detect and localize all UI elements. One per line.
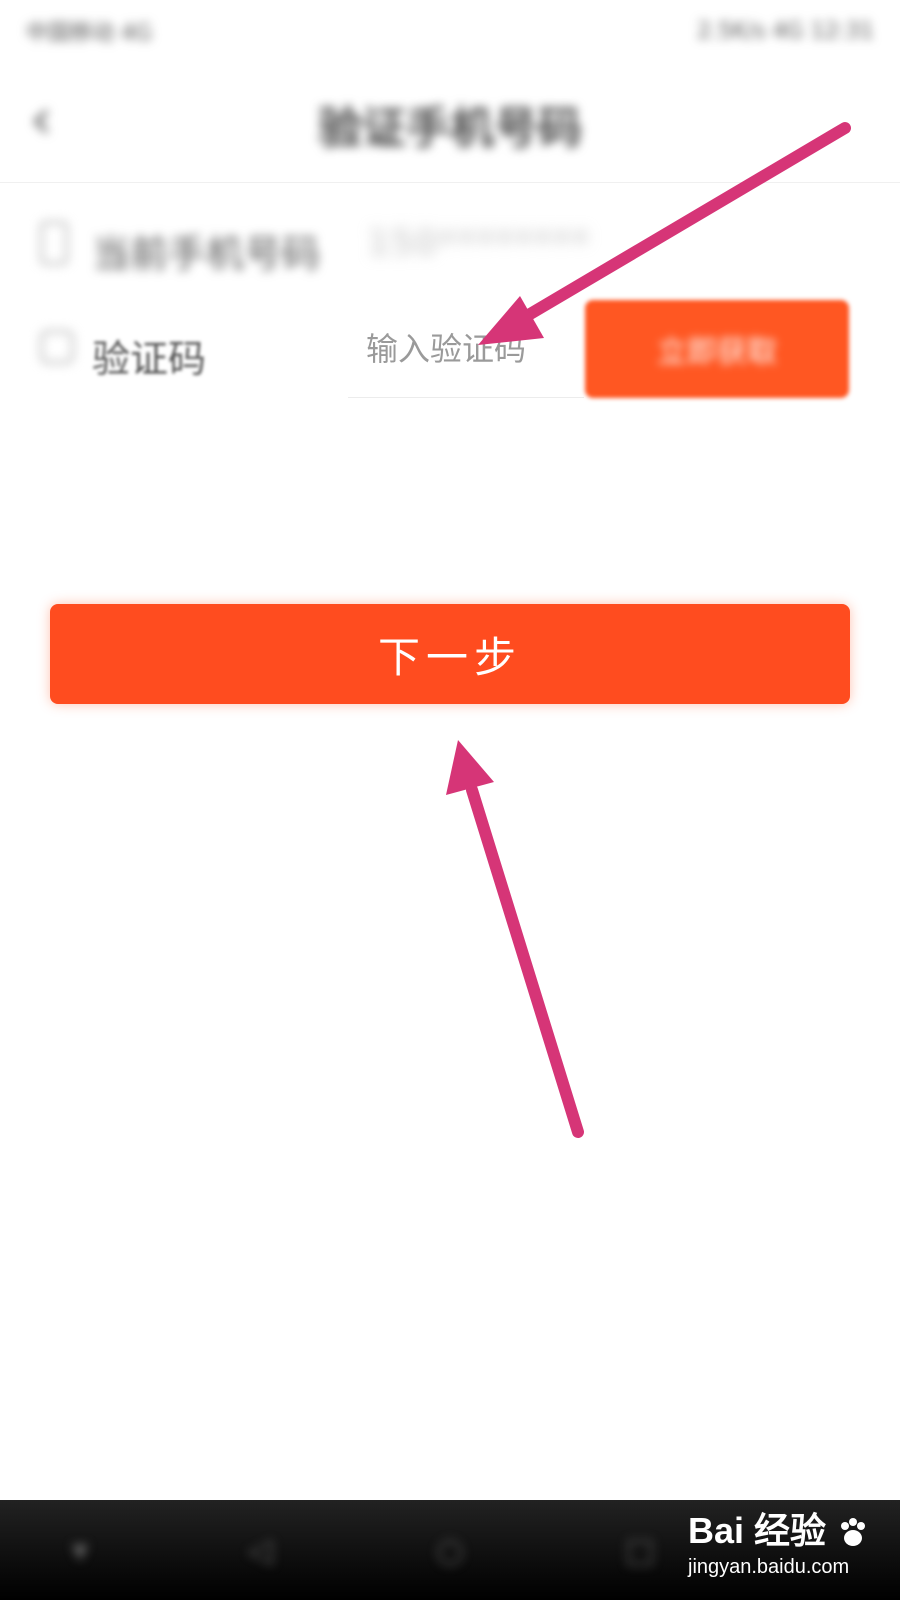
home-nav-icon[interactable]: ○ [430,1530,470,1570]
watermark-url: jingyan.baidu.com [688,1556,850,1578]
back-nav-icon[interactable]: ◁ [240,1530,280,1570]
phone-row: 当前手机号码 150******** [0,195,900,295]
carrier-text: 中国移动 4G [26,21,153,46]
baidu-jingyan-watermark: Bai 经验 jingyan.baidu.com [688,1502,898,1592]
recent-apps-icon[interactable]: □ [620,1530,660,1570]
phone-label: 当前手机号码 [92,232,321,276]
phone-icon [40,221,68,265]
get-code-label: 立即获取 [657,335,777,370]
paw-icon [841,1518,866,1547]
code-row: 验证码 立即获取 [0,300,900,400]
status-bar: 中国移动 4G 2.5K/s 4G 12:31 [0,0,900,62]
code-input[interactable] [348,300,584,398]
status-info: 2.5K/s 4G 12:31 [697,18,874,44]
watermark-logo: Bai 经验 [688,1502,898,1554]
page-title: 验证手机号码 [318,103,582,154]
get-code-button[interactable]: 立即获取 [585,300,849,398]
next-step-button[interactable]: 下一步 [50,604,850,704]
status-right: 2.5K/s 4G 12:31 [697,19,874,44]
app-header: ‹ 验证手机号码 [0,62,900,183]
arrow-to-next-button [446,740,584,1138]
menu-icon[interactable]: ▾ [60,1530,100,1570]
lock-icon [40,330,74,364]
code-label: 验证码 [92,337,207,381]
phone-value: 150******** [368,223,591,263]
